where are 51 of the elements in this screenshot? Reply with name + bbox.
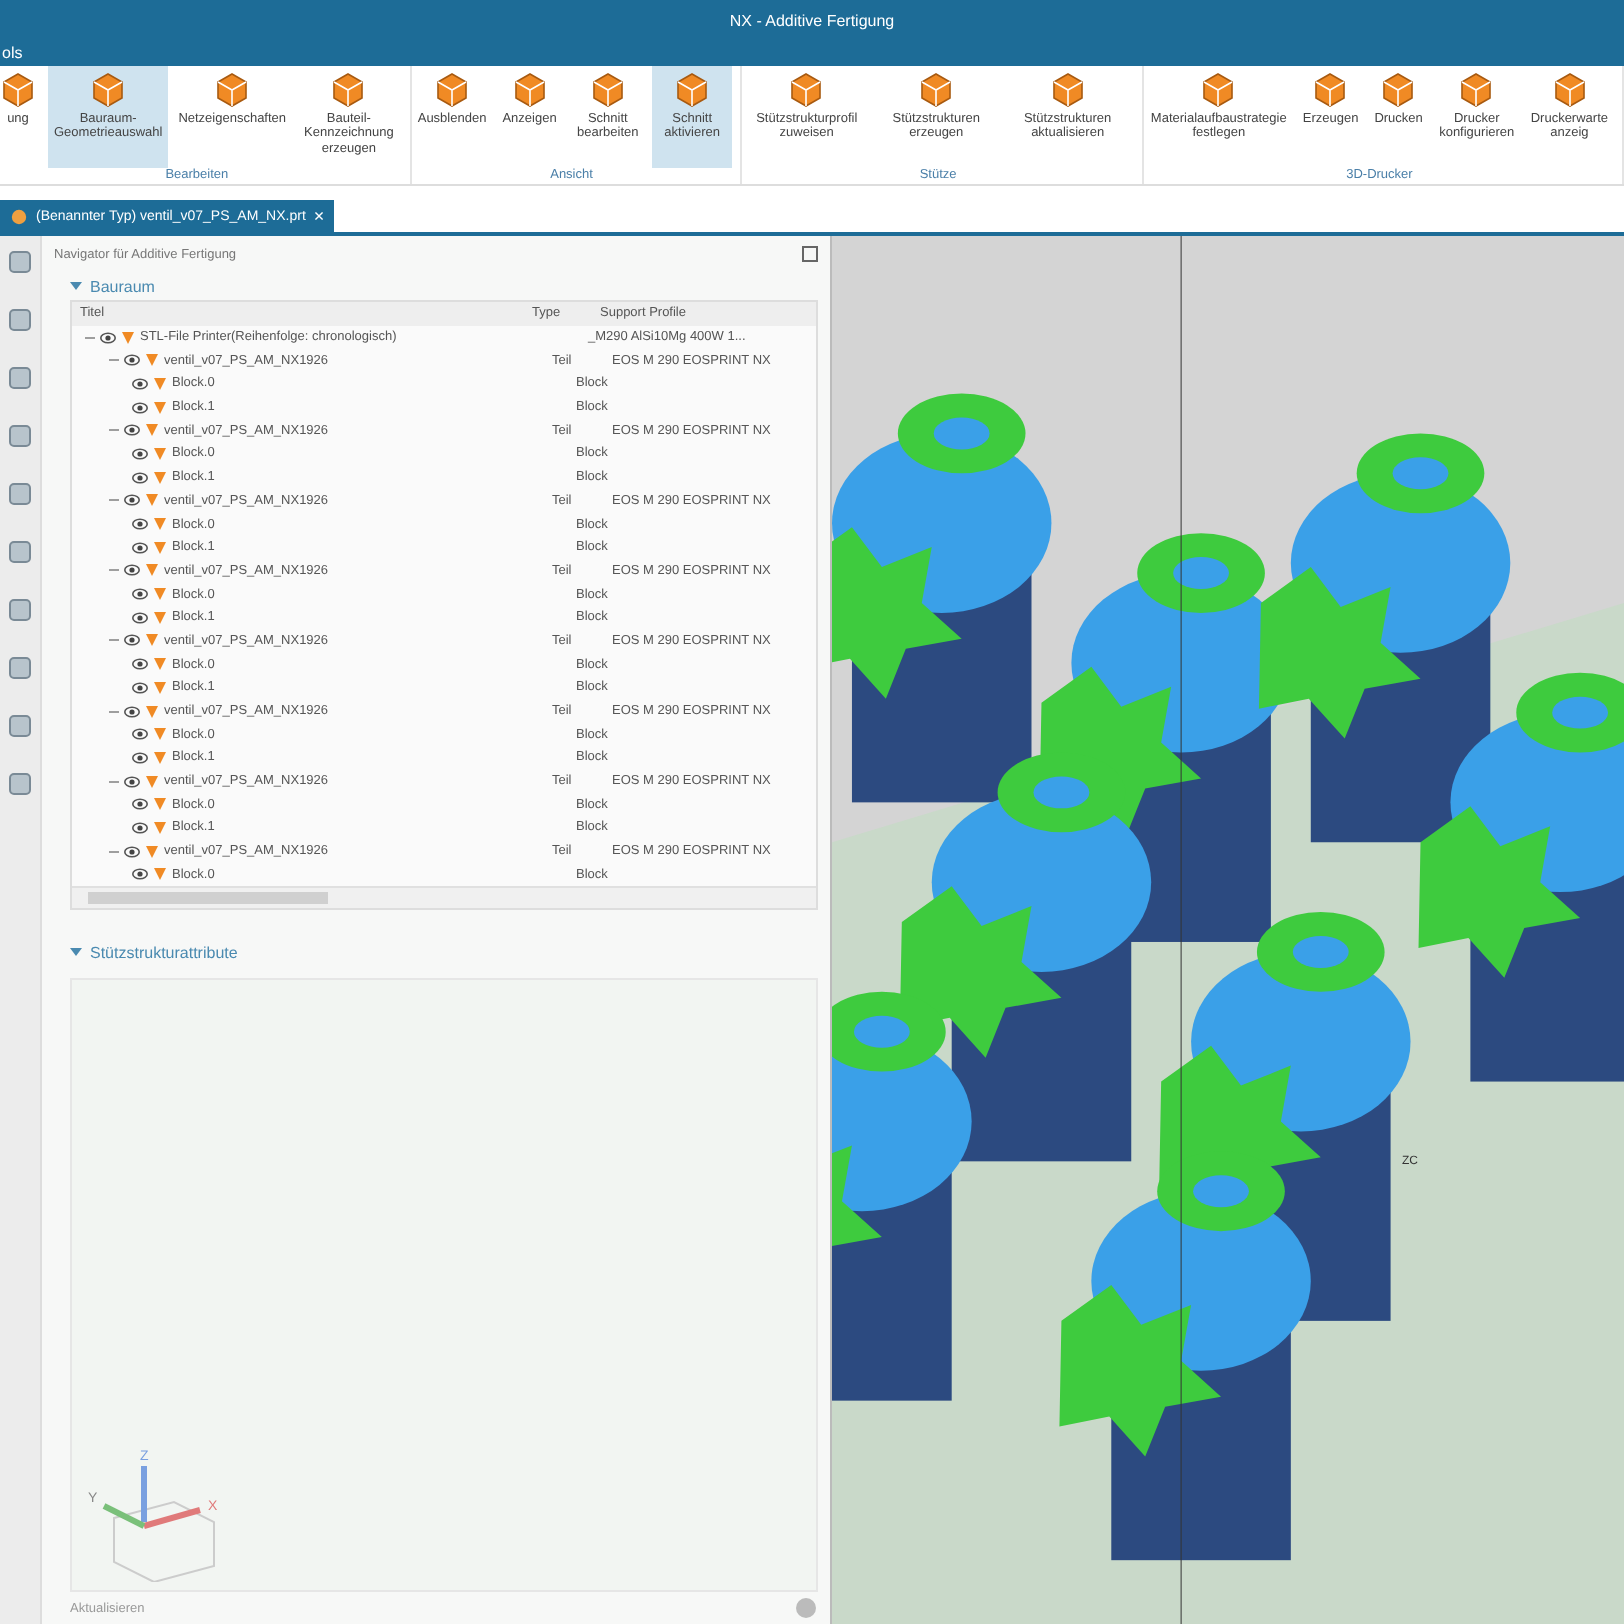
eye-icon[interactable] xyxy=(132,516,148,533)
eye-icon[interactable] xyxy=(132,609,148,626)
caret-icon xyxy=(70,947,82,958)
tool-icon[interactable] xyxy=(6,596,34,624)
eye-icon[interactable] xyxy=(124,843,140,860)
tool-icon[interactable] xyxy=(6,480,34,508)
tool-icon[interactable] xyxy=(6,248,34,276)
section-header[interactable]: Bauraum xyxy=(54,272,818,300)
menu-item[interactable]: ols xyxy=(2,44,23,62)
tool-icon[interactable] xyxy=(6,364,34,392)
collapse-icon[interactable] xyxy=(108,494,120,507)
tool-icon[interactable] xyxy=(6,770,34,798)
tool-icon[interactable] xyxy=(6,538,34,566)
eye-icon[interactable] xyxy=(132,469,148,486)
eye-icon[interactable] xyxy=(132,749,148,766)
collapse-icon[interactable] xyxy=(108,845,120,858)
eye-icon[interactable] xyxy=(124,422,140,439)
eye-icon[interactable] xyxy=(124,703,140,720)
collapse-icon[interactable] xyxy=(108,354,120,367)
eye-icon[interactable] xyxy=(132,445,148,462)
eye-icon[interactable] xyxy=(124,773,140,790)
eye-icon[interactable] xyxy=(132,726,148,743)
maximize-icon[interactable] xyxy=(802,246,818,262)
eye-icon[interactable] xyxy=(132,679,148,696)
section-header[interactable]: Stützstrukturattribute xyxy=(54,938,818,967)
eye-icon[interactable] xyxy=(132,796,148,813)
eye-icon[interactable] xyxy=(132,866,148,883)
eye-icon[interactable] xyxy=(132,539,148,556)
tool-icon[interactable] xyxy=(6,306,34,334)
tool-icon[interactable] xyxy=(6,712,34,740)
eye-icon[interactable] xyxy=(132,819,148,836)
collapse-icon[interactable] xyxy=(84,331,96,344)
collapse-icon[interactable] xyxy=(108,705,120,718)
eye-icon[interactable] xyxy=(124,492,140,509)
close-icon[interactable]: × xyxy=(313,206,325,226)
collapse-icon[interactable] xyxy=(108,634,120,647)
part-icon xyxy=(10,207,28,225)
window-title: NX - Additive Fertigung xyxy=(729,11,895,29)
scrollbar[interactable] xyxy=(72,886,816,909)
eye-icon[interactable] xyxy=(124,632,140,649)
tool-icon[interactable] xyxy=(6,654,34,682)
eye-icon[interactable] xyxy=(132,656,148,673)
caret-icon xyxy=(70,281,82,291)
eye-icon[interactable] xyxy=(124,562,140,579)
eye-icon[interactable] xyxy=(132,399,148,416)
eye-icon[interactable] xyxy=(100,329,116,346)
tool-icon[interactable] xyxy=(6,422,34,450)
eye-icon[interactable] xyxy=(132,586,148,603)
eye-icon[interactable] xyxy=(124,352,140,369)
eye-icon[interactable] xyxy=(132,375,148,392)
collapse-icon[interactable] xyxy=(108,424,120,437)
